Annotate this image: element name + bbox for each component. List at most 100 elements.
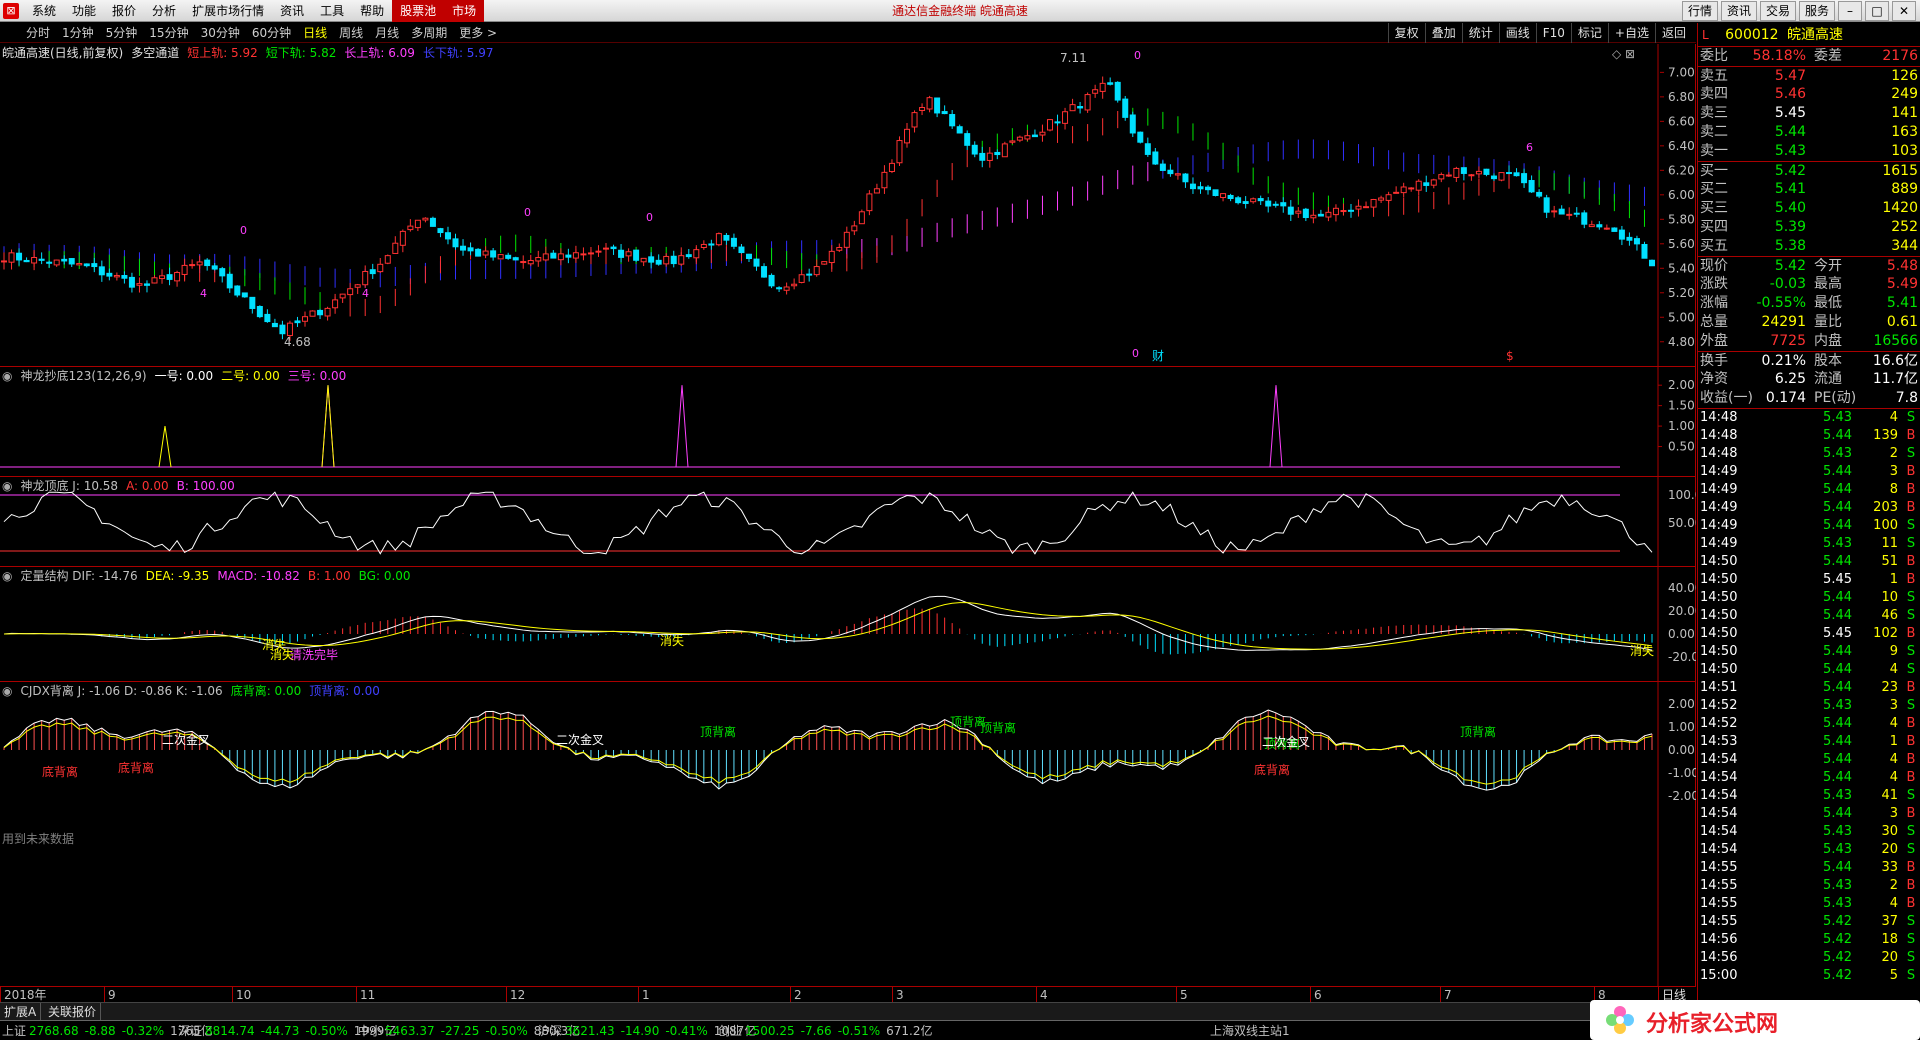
period-tab-5[interactable]: 60分钟	[246, 23, 297, 43]
candle-body	[151, 277, 158, 284]
ask-row[interactable]: 卖三 5.45 141	[1698, 104, 1920, 123]
candle-body	[1385, 194, 1392, 201]
low-price-label: 4.68	[284, 335, 311, 349]
tick-time: 14:54	[1700, 824, 1738, 839]
indicator-name-label[interactable]: 多空通道	[131, 45, 179, 61]
bid-row[interactable]: 买一 5.42 1615	[1698, 161, 1920, 180]
pane-collapse-icon[interactable]: ◉	[2, 478, 12, 494]
tick-list[interactable]: 14:48 5.43 4 S 14:48 5.44 139 B 14:48 5.43 2 S 14:49…	[1698, 408, 1920, 985]
bid-level: 买二	[1700, 181, 1728, 197]
candle-body	[1370, 198, 1377, 208]
chart-tool-2[interactable]: 统计	[1461, 23, 1499, 43]
candle-body	[979, 152, 986, 161]
tick-row: 15:00 5.42 5 S	[1698, 967, 1920, 985]
dividend-mark[interactable]: $	[1506, 349, 1514, 363]
pane-collapse-icon[interactable]: ◉	[2, 368, 12, 384]
candle-body	[1122, 98, 1129, 118]
menu-item-7[interactable]: 帮助	[352, 0, 392, 22]
quote-key2: 流通	[1814, 371, 1842, 387]
bid-volume: 1420	[1882, 200, 1918, 216]
divergence-annotation: 顶背离	[980, 720, 1016, 735]
tick-time: 14:50	[1700, 590, 1738, 605]
period-tab-1[interactable]: 1分钟	[56, 23, 100, 43]
period-tab-8[interactable]: 月线	[369, 23, 405, 43]
kline-chart[interactable]: 7.00 6.80 6.60 6.40 6.20 6.00 5.80 5.60 5.40 5.20…	[0, 44, 1696, 367]
macd-structure-chart[interactable]: 40.0020.000.00-20.00消失消失消失消失清洗完毕	[0, 567, 1696, 682]
tdx-terminal-window: ⊠ 系统 功能 报价 分析 扩展市场行情 资讯 工具 帮助 股票池 市场 通达信金融终端 皖通高速…	[0, 0, 1920, 1040]
news-button[interactable]: 资讯	[1720, 1, 1757, 21]
tick-volume: 37	[1881, 914, 1898, 929]
cjdx-divergence-chart[interactable]: 2.001.000.00-1.00-2.00底背离 底背离二次金叉 二次金叉顶背离顶…	[0, 682, 1696, 986]
quote-value: 5.42	[1774, 258, 1806, 274]
menu-item-6[interactable]: 工具	[312, 0, 352, 22]
ask-row[interactable]: 卖四 5.46 249	[1698, 85, 1920, 104]
menu-item-5[interactable]: 资讯	[272, 0, 312, 22]
bid-row[interactable]: 买五 5.38 344	[1698, 237, 1920, 256]
cjdx-divergence-pane[interactable]: 2.00 1.00 0.00 -1.00 -2.00 底背离 底背离 二次金叉 二次金叉 顶背离顶…	[0, 682, 1696, 986]
chart-tool-6[interactable]: +自选	[1607, 23, 1655, 43]
server-status[interactable]: 上海双线主站1	[1210, 1021, 1290, 1040]
ask-volume: 141	[1891, 105, 1918, 121]
bid-row[interactable]: 买二 5.41 889	[1698, 180, 1920, 199]
chart-tool-0[interactable]: 复权	[1387, 23, 1425, 43]
logo-text: 分析家公式网	[1646, 1012, 1779, 1037]
candle-body	[753, 258, 760, 267]
menu-item-0[interactable]: 系统	[24, 0, 64, 22]
candle-body	[1137, 131, 1144, 143]
chart-tool-4[interactable]: F10	[1535, 23, 1571, 43]
macd-structure-pane[interactable]: 40.0020.000.00-20.00消失消失消失消失清洗完毕 ◉定量结构 D…	[0, 567, 1696, 682]
menu-item-1[interactable]: 功能	[64, 0, 104, 22]
chart-tool-5[interactable]: 标记	[1570, 23, 1608, 43]
pane-settings-icon[interactable]: ◇ ⊠	[1612, 47, 1635, 61]
shenlong-chaodi-pane[interactable]: 2.00 1.50 1.00 0.50 ◉ 神龙抄底123(12,26,9) 一号: 0.…	[0, 367, 1696, 477]
service-button[interactable]: 服务	[1798, 1, 1835, 21]
menu-item-4[interactable]: 扩展市场行情	[184, 0, 272, 22]
tick-row: 14:54 5.43 41 S	[1698, 787, 1920, 805]
shenlong-dingdi-pane[interactable]: 100.0 50.00 ◉ 神龙顶底 J: 10.58 A: 0.00 B: 100.0…	[0, 477, 1696, 567]
bid-row[interactable]: 买四 5.39 252	[1698, 218, 1920, 237]
tick-price: 5.44	[1823, 482, 1852, 497]
menu-item-3[interactable]: 分析	[144, 0, 184, 22]
finance-mark[interactable]: 财	[1152, 349, 1164, 363]
bottom-tab-0[interactable]: 扩展A	[0, 1003, 42, 1021]
pane-collapse-icon[interactable]: ◉	[2, 568, 12, 584]
menu-item-9[interactable]: 市场	[444, 0, 485, 22]
chart-tool-1[interactable]: 叠加	[1424, 23, 1462, 43]
period-tab-2[interactable]: 5分钟	[100, 23, 144, 43]
period-tab-7[interactable]: 周线	[333, 23, 369, 43]
ask-row[interactable]: 卖二 5.44 163	[1698, 123, 1920, 142]
maximize-icon[interactable]: □	[1865, 1, 1889, 21]
candle-body	[565, 254, 572, 258]
hq-button[interactable]: 行情	[1681, 1, 1718, 21]
period-tab-4[interactable]: 30分钟	[195, 23, 246, 43]
chart-tool-3[interactable]: 画线	[1498, 23, 1536, 43]
index-value: 1500.25	[745, 1024, 795, 1038]
period-tab-9[interactable]: 多周期	[405, 23, 453, 43]
period-tab-0[interactable]: 分时	[20, 23, 56, 43]
close-icon[interactable]: ✕	[1892, 1, 1916, 21]
candle-body	[1212, 189, 1219, 197]
candle-body	[678, 255, 685, 265]
shenlong-dingdi-chart[interactable]: 100.0 50.00	[0, 477, 1696, 567]
menu-item-8[interactable]: 股票池	[392, 0, 445, 22]
candle-body	[625, 251, 632, 257]
pane-collapse-icon[interactable]: ◉	[2, 683, 12, 699]
tick-side: S	[1906, 968, 1916, 983]
index-item[interactable]: 创业 1500.25 -7.66 -0.51% 671.2亿	[718, 1021, 933, 1040]
candle-body	[1046, 119, 1053, 131]
bottom-tab-1[interactable]: 关联报价	[44, 1003, 102, 1021]
ask-row[interactable]: 卖一 5.43 103	[1698, 142, 1920, 161]
menu-item-2[interactable]: 报价	[104, 0, 144, 22]
minimize-icon[interactable]: –	[1838, 1, 1862, 21]
chart-area[interactable]: 7.00 6.80 6.60 6.40 6.20 6.00 5.80 5.60 5.40 5.20…	[0, 44, 1696, 986]
tick-side: S	[1906, 446, 1916, 461]
period-tab-3[interactable]: 15分钟	[143, 23, 194, 43]
chart-tool-7[interactable]: 返回	[1654, 23, 1692, 43]
period-tab-6[interactable]: 日线	[297, 23, 333, 43]
tick-time: 14:48	[1700, 410, 1738, 425]
ask-row[interactable]: 卖五 5.47 126	[1698, 66, 1920, 85]
period-tab-10[interactable]: 更多 >	[453, 23, 503, 43]
kline-pane[interactable]: 7.00 6.80 6.60 6.40 6.20 6.00 5.80 5.60 5.40 5.20…	[0, 44, 1696, 367]
trade-button[interactable]: 交易	[1759, 1, 1796, 21]
bid-row[interactable]: 买三 5.40 1420	[1698, 199, 1920, 218]
